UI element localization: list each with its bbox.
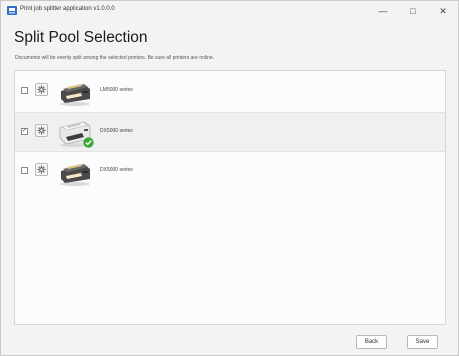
printer-row[interactable]: ✓ DX5000 series: [15, 112, 445, 152]
printer-name: DX5000 series: [100, 167, 133, 173]
printer-icon: [60, 164, 90, 186]
back-button[interactable]: Back: [356, 335, 387, 349]
printer-checkbox[interactable]: [21, 87, 28, 94]
save-button[interactable]: Save: [407, 335, 438, 349]
printer-settings-button[interactable]: [35, 83, 48, 96]
app-window: Print job splitter application v1.0.0.0 …: [0, 0, 459, 356]
printer-name: DX5000 series: [100, 128, 133, 134]
printer-checkbox[interactable]: ✓: [21, 128, 28, 135]
minimize-button[interactable]: —: [369, 4, 397, 18]
maximize-icon: □: [410, 6, 416, 16]
printer-settings-button[interactable]: [35, 124, 48, 137]
window-title: Print job splitter application v1.0.0.0: [20, 6, 115, 12]
printer-row[interactable]: LM5000 series: [15, 72, 445, 112]
close-button[interactable]: ✕: [429, 4, 457, 18]
app-icon: [7, 6, 17, 15]
page-title: Split Pool Selection: [14, 29, 148, 46]
maximize-button[interactable]: □: [399, 4, 427, 18]
gear-icon: [37, 85, 46, 94]
title-bar[interactable]: Print job splitter application v1.0.0.0 …: [1, 1, 458, 21]
printer-settings-button[interactable]: [35, 163, 48, 176]
online-check-icon: [83, 137, 94, 148]
printer-icon: [60, 84, 90, 106]
gear-icon: [37, 165, 46, 174]
page-subtitle: Documents will be evenly split among the…: [15, 55, 214, 61]
gear-icon: [37, 126, 46, 135]
minimize-icon: —: [378, 6, 388, 16]
printer-list: LM5000 series ✓ DX5000 series DX5000 ser…: [14, 70, 446, 325]
printer-name: LM5000 series: [100, 87, 133, 93]
printer-checkbox[interactable]: [21, 167, 28, 174]
printer-row[interactable]: DX5000 series: [15, 152, 445, 192]
close-icon: ✕: [439, 5, 447, 16]
